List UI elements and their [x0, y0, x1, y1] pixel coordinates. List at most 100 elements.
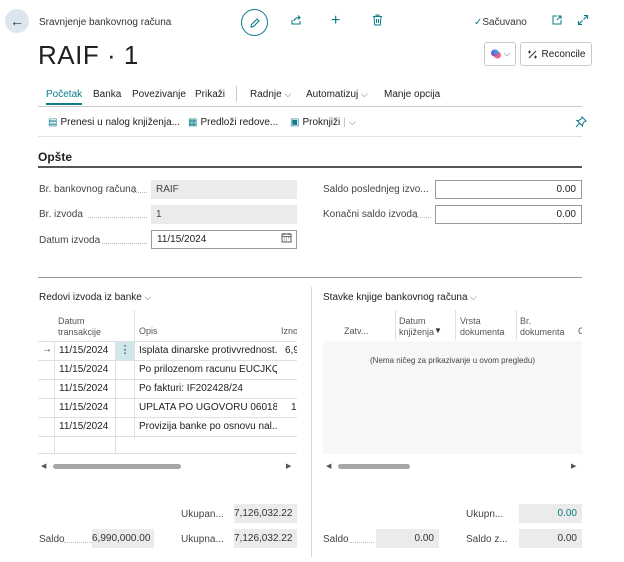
- balance-last-label: Saldo poslednjeg izvo...: [323, 184, 429, 195]
- tab-prikazi[interactable]: Prikaži: [195, 89, 225, 100]
- column-divider: [115, 341, 116, 453]
- horizontal-scrollbar[interactable]: [53, 464, 181, 469]
- suggest-lines-button[interactable]: ▦ Predloži redove...: [188, 117, 278, 128]
- column-header-document-type[interactable]: Vrsta dokumenta: [460, 316, 512, 338]
- arrow-right-icon: →: [42, 344, 52, 355]
- breadcrumb: Sravnjenje bankovnog računa: [39, 17, 172, 28]
- table-row-date[interactable]: 11/15/2024: [59, 383, 108, 394]
- column-divider: [516, 310, 517, 340]
- chevron-down-icon: ⌵: [348, 117, 356, 127]
- tab-pocetak[interactable]: Početak: [46, 89, 83, 105]
- table-row-amount[interactable]: 6,9: [285, 345, 297, 356]
- page-title: RAIF · 1: [38, 40, 139, 70]
- ledger-entries-title[interactable]: Stavke knjige bankovnog računa ⌵: [323, 292, 477, 303]
- tab-automatizuj[interactable]: Automatizuj ⌵: [306, 89, 368, 100]
- table-row-description[interactable]: Po fakturi: IF202428/24: [139, 383, 277, 394]
- row-actions-button[interactable]: ⋮: [116, 342, 134, 360]
- statement-lines-title[interactable]: Redovi izvoda iz banke ⌵: [39, 292, 151, 303]
- tab-povezivanje[interactable]: Povezivanje: [132, 89, 186, 100]
- table-row-description[interactable]: UPLATA PO UGOVORU 06018/...: [139, 402, 277, 413]
- label-leader: [350, 542, 374, 543]
- statement-balance-label: Saldo: [39, 534, 65, 545]
- column-header-date[interactable]: Datum transakcije: [58, 316, 114, 338]
- statement-total-label: Ukupan...: [181, 509, 224, 520]
- filter-icon[interactable]: ▼: [434, 326, 442, 335]
- suggest-lines-icon: ▦: [188, 117, 198, 128]
- open-new-window-icon: [552, 15, 562, 25]
- post-button[interactable]: ▣ Proknjiži | ⌵: [290, 117, 356, 128]
- open-new-window-button[interactable]: [551, 14, 563, 29]
- table-row-amount[interactable]: 1: [291, 402, 297, 413]
- ledger-balance-label: Saldo: [323, 534, 349, 545]
- arrow-left-icon: ←: [10, 13, 24, 29]
- post-icon: ▣: [290, 117, 300, 128]
- column-header-document-no[interactable]: Br. dokumenta: [520, 316, 565, 338]
- table-row-date[interactable]: 11/15/2024: [59, 364, 108, 375]
- table-row-description[interactable]: Provizija banke po osnovu nal...: [139, 421, 277, 432]
- post-divider: |: [343, 117, 346, 128]
- new-button[interactable]: +: [331, 12, 340, 30]
- edit-button[interactable]: [241, 9, 268, 36]
- label-leader: [64, 542, 92, 543]
- scroll-left-arrow[interactable]: ◀: [326, 462, 331, 470]
- table-row-date[interactable]: 11/15/2024: [59, 345, 108, 356]
- row-divider: [38, 398, 297, 399]
- horizontal-scrollbar[interactable]: [338, 464, 410, 469]
- more-vertical-icon: ⋮: [119, 344, 131, 356]
- label-leader: [415, 217, 431, 218]
- chevron-down-icon: ⌵: [284, 89, 292, 99]
- statement-no-field: 1: [151, 205, 297, 224]
- expand-button[interactable]: [577, 14, 589, 29]
- chevron-down-icon: ⌵: [503, 49, 511, 58]
- empty-message: (Nema ničeg za prikazivanje u ovom pregl…: [370, 356, 535, 365]
- row-divider: [38, 379, 297, 380]
- chevron-down-icon: ⌵: [141, 292, 152, 302]
- scroll-right-arrow[interactable]: ▶: [286, 462, 291, 470]
- pencil-icon: [249, 17, 260, 28]
- statement-lines-grid: Datum transakcije Opis Iznos → ⋮ 11/15/2…: [38, 310, 297, 470]
- table-row-date[interactable]: 11/15/2024: [59, 402, 108, 413]
- column-divider: [395, 310, 396, 340]
- back-button[interactable]: ←: [5, 9, 29, 33]
- account-no-field: RAIF: [151, 180, 297, 199]
- saved-status: ✓Sačuvano: [474, 17, 527, 28]
- transfer-to-journal-button[interactable]: ▤ Prenesi u nalog knjiženja...: [48, 117, 180, 128]
- pin-button[interactable]: [575, 116, 587, 131]
- delete-button[interactable]: [372, 14, 383, 29]
- calendar-icon[interactable]: [281, 232, 292, 249]
- row-divider: [38, 453, 297, 454]
- share-button[interactable]: [290, 14, 302, 29]
- label-leader: [88, 217, 147, 218]
- tab-banka[interactable]: Banka: [93, 89, 121, 100]
- table-row-date[interactable]: 11/15/2024: [59, 421, 108, 432]
- expand-icon: [577, 14, 589, 26]
- parts-divider: [311, 287, 312, 557]
- statement-date-field[interactable]: 11/15/2024: [151, 230, 297, 249]
- column-header-amount[interactable]: Iznos: [281, 326, 297, 337]
- table-row-description[interactable]: Isplata dinarske protivvrednost...: [139, 345, 277, 356]
- copilot-icon: [490, 49, 501, 59]
- column-header-description[interactable]: Opis: [139, 326, 158, 337]
- column-header-closed[interactable]: Zatv...: [344, 326, 368, 337]
- table-row-description[interactable]: Po prilozenom racunu EUCJKQ...: [139, 364, 277, 375]
- chevron-down-icon: ⌵: [361, 89, 368, 99]
- statement-date-label: Datum izvoda: [39, 235, 101, 246]
- reconcile-button[interactable]: Reconcile: [520, 42, 592, 66]
- ending-balance-label: Konačni saldo izvoda: [323, 209, 418, 220]
- tab-manje-opcija[interactable]: Manje opcija: [384, 89, 440, 100]
- copilot-button[interactable]: ⌵: [484, 42, 516, 66]
- scroll-right-arrow[interactable]: ▶: [571, 462, 576, 470]
- ending-balance-field[interactable]: 0.00: [435, 205, 582, 224]
- ledger-balance2-label: Saldo z...: [466, 534, 508, 545]
- plus-icon: +: [331, 12, 341, 29]
- column-divider: [54, 341, 55, 453]
- ledger-entries-grid: Zatv... Datum knjiženja ▼ Vrsta dokument…: [323, 310, 582, 470]
- journal-icon: ▤: [48, 117, 58, 128]
- trash-icon: [373, 14, 382, 26]
- account-no-label: Br. bankovnog računa: [39, 184, 137, 195]
- tab-radnje[interactable]: Radnje ⌵: [250, 89, 291, 100]
- statement-balance-value: 6,990,000.00: [92, 529, 154, 548]
- column-header-overflow[interactable]: O: [578, 326, 582, 337]
- scroll-left-arrow[interactable]: ◀: [41, 462, 46, 470]
- balance-last-field[interactable]: 0.00: [435, 180, 582, 199]
